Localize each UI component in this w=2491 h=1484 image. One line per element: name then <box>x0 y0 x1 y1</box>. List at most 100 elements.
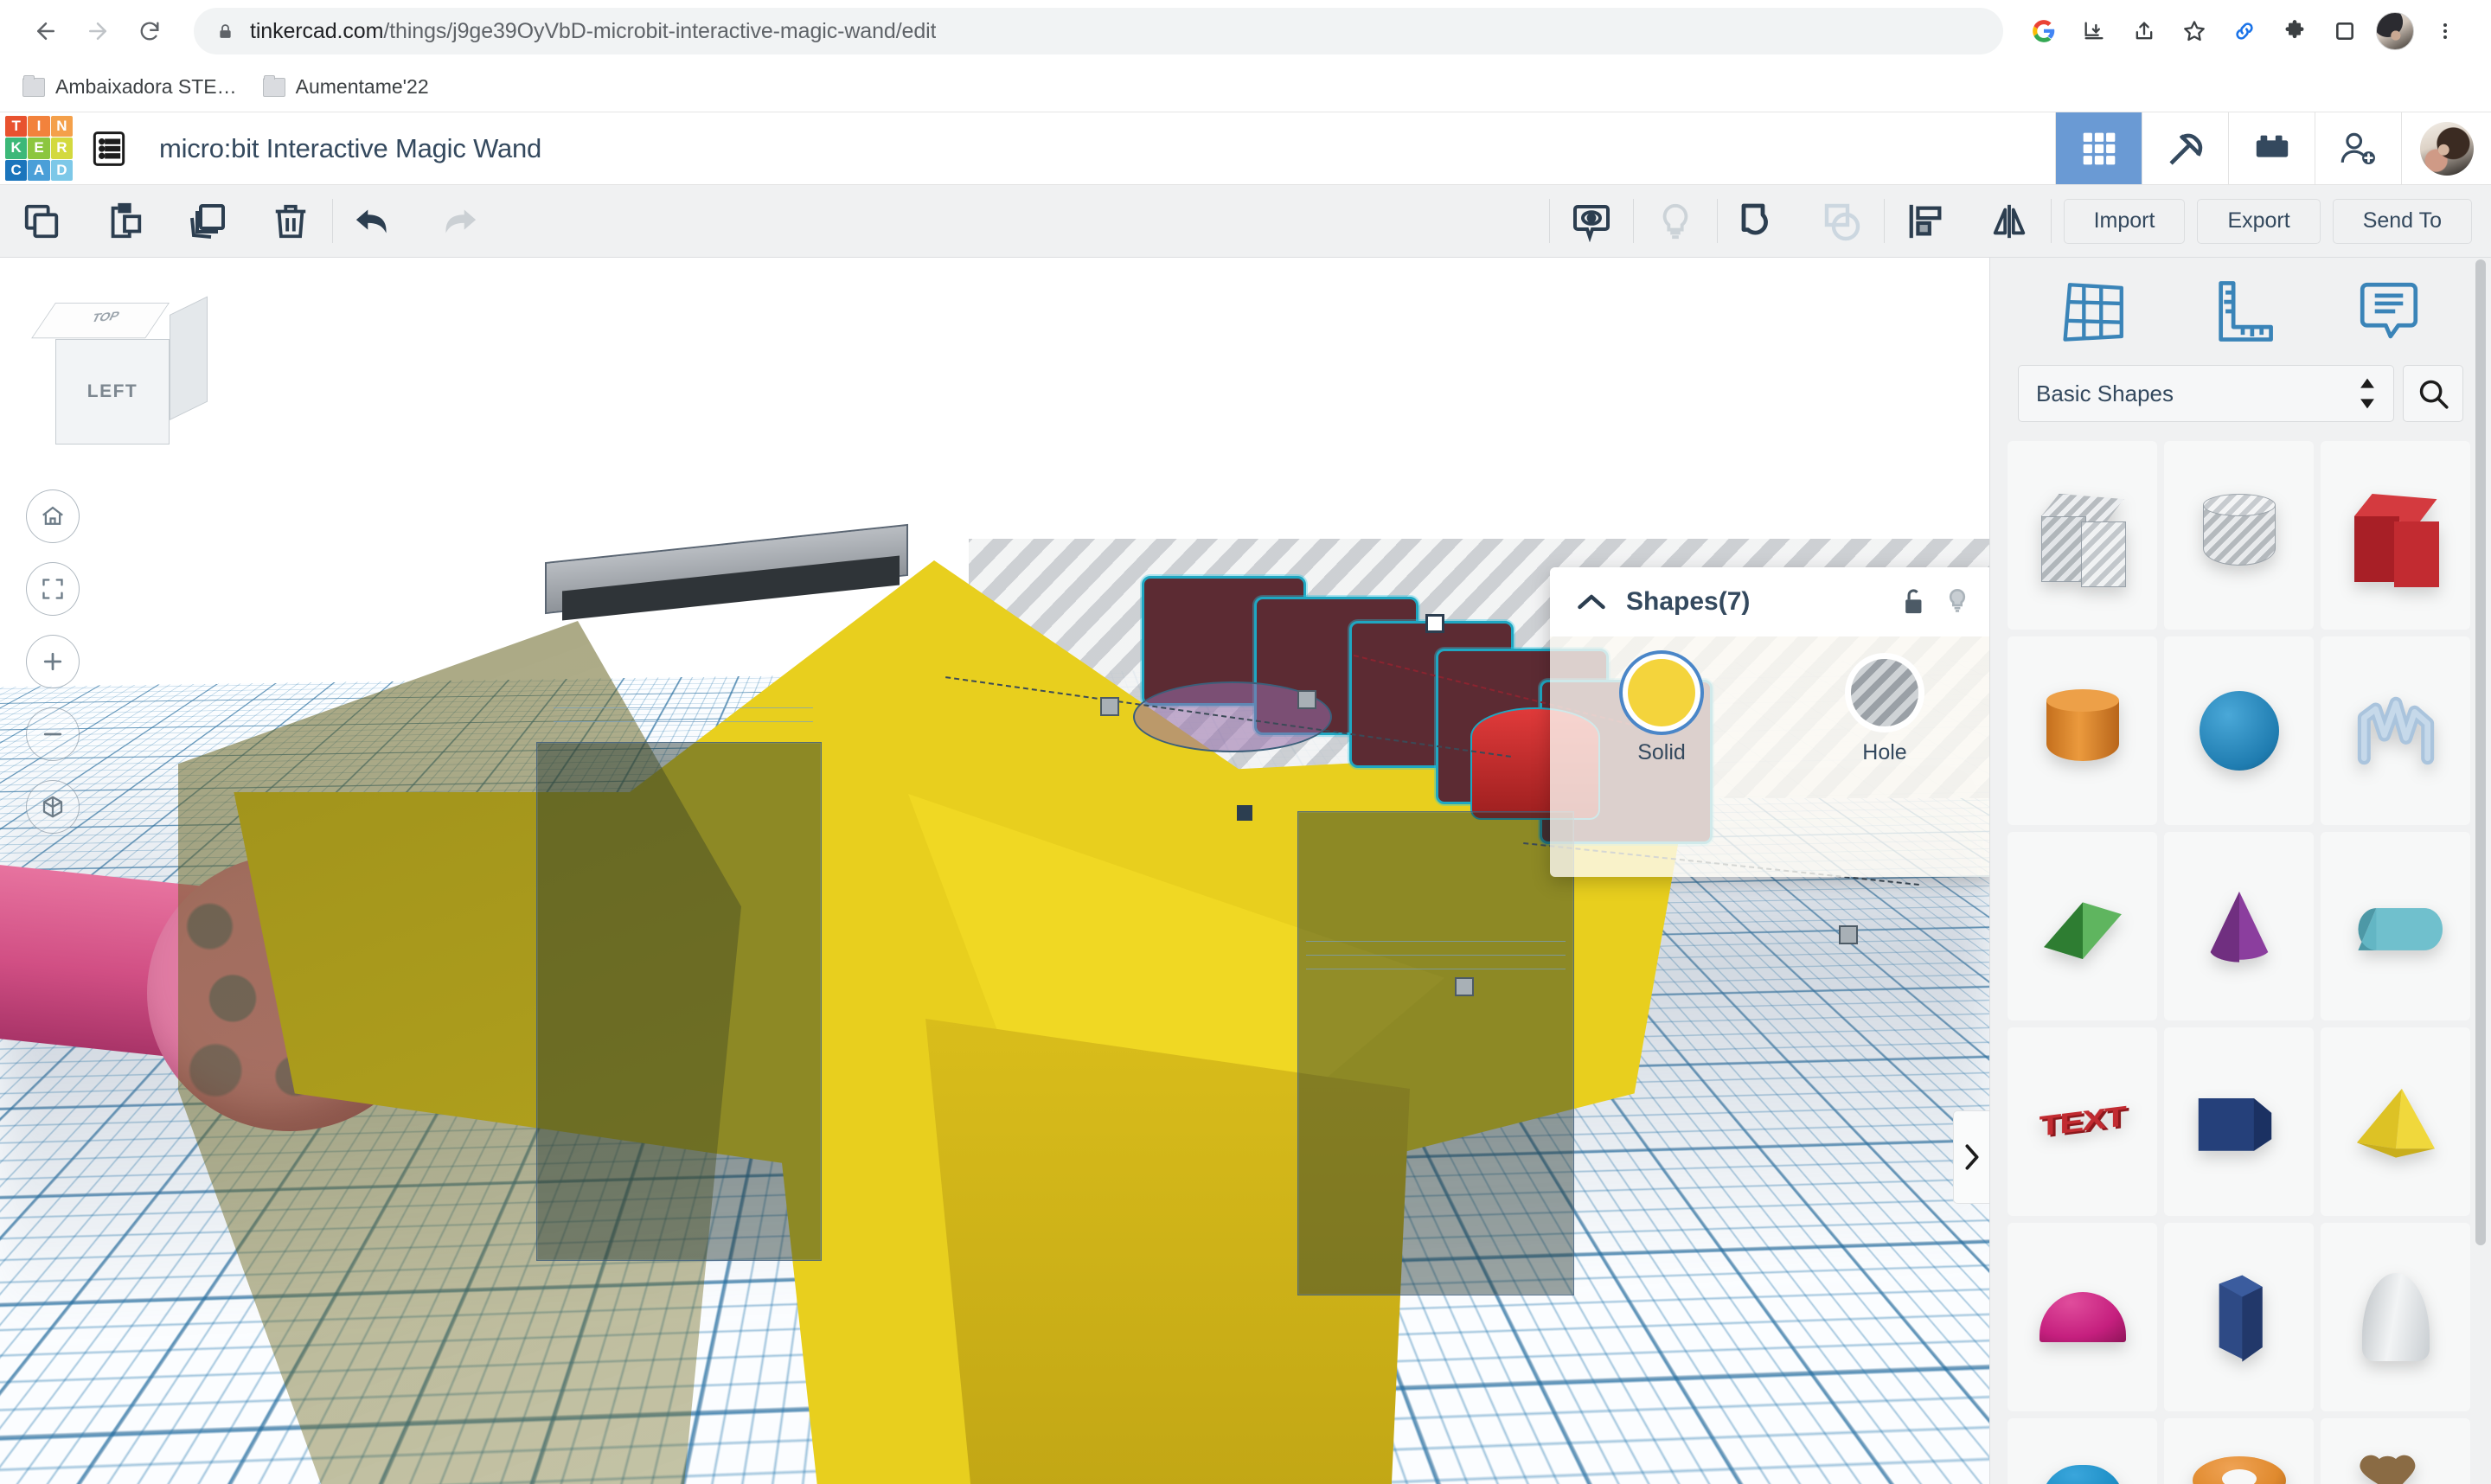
shape-navy-polygon-box[interactable] <box>2164 1027 2314 1216</box>
back-button[interactable] <box>22 8 69 54</box>
import-button[interactable]: Import <box>2064 199 2186 244</box>
search-icon[interactable] <box>2403 365 2463 422</box>
shape-orange-torus[interactable] <box>2164 1418 2314 1484</box>
google-lens-icon[interactable] <box>2020 8 2067 54</box>
shape-scribble[interactable] <box>2321 636 2470 825</box>
tab-minecraft[interactable] <box>2142 112 2228 184</box>
duplicate-icon[interactable] <box>166 185 249 257</box>
shape-magenta-half-sphere[interactable] <box>2008 1223 2157 1411</box>
delete-trash-icon[interactable] <box>249 185 332 257</box>
redo-icon[interactable] <box>416 185 499 257</box>
shape-brown-heart[interactable] <box>2321 1418 2470 1484</box>
updown-stepper-icon[interactable] <box>2359 377 2376 410</box>
shape-text[interactable]: TEXT <box>2008 1027 2157 1216</box>
view-cube-face-label: LEFT <box>87 381 138 402</box>
selection-handle[interactable] <box>1237 805 1252 821</box>
extensions-puzzle-icon[interactable] <box>2271 8 2318 54</box>
user-avatar[interactable] <box>2401 112 2491 184</box>
export-button[interactable]: Export <box>2197 199 2320 244</box>
fit-to-view-icon[interactable] <box>26 562 80 616</box>
forward-button[interactable] <box>74 8 121 54</box>
transparent-hole-box[interactable] <box>1297 811 1574 1295</box>
view-cube[interactable]: LEFT TOP <box>31 303 204 467</box>
reload-button[interactable] <box>126 8 173 54</box>
shape-green-wedge[interactable] <box>2008 832 2157 1020</box>
shape-teal-half-cylinder[interactable] <box>2321 832 2470 1020</box>
3d-canvas[interactable]: LEFT TOP <box>0 258 1989 1484</box>
tab-lego-bricks[interactable] <box>2228 112 2315 184</box>
invite-person-icon[interactable] <box>2315 112 2401 184</box>
zoom-out-icon[interactable] <box>26 707 80 761</box>
undo-icon[interactable] <box>333 185 416 257</box>
selection-handle[interactable] <box>1425 614 1444 633</box>
selection-handle[interactable] <box>1100 697 1119 716</box>
show-hide-eye-icon[interactable] <box>1550 185 1633 257</box>
shape-yellow-pyramid[interactable] <box>2321 1027 2470 1216</box>
bookmark-label: Aumentame'22 <box>296 75 429 99</box>
shape-category-dropdown[interactable]: Basic Shapes <box>2018 365 2394 422</box>
tab-3d-design[interactable] <box>2055 112 2142 184</box>
shape-navy-hex-prism[interactable] <box>2164 1223 2314 1411</box>
group-shapes-icon[interactable] <box>1718 185 1801 257</box>
send-to-button[interactable]: Send To <box>2333 199 2472 244</box>
chevron-up-icon[interactable] <box>1576 592 1607 612</box>
selection-handle[interactable] <box>1455 977 1474 996</box>
panel-collapse-tab[interactable] <box>1953 1110 1989 1204</box>
shapes-properties-panel[interactable]: Shapes(7) Solid Hole <box>1550 567 1989 877</box>
light-bulb-icon[interactable] <box>1944 587 1970 617</box>
mirror-flip-icon[interactable] <box>1968 185 2051 257</box>
hole-label: Hole <box>1862 740 1906 765</box>
shape-cylinder-hole[interactable] <box>2164 441 2314 630</box>
paste-icon[interactable] <box>83 185 166 257</box>
note-comment-icon[interactable] <box>2355 278 2423 344</box>
solid-option[interactable]: Solid <box>1628 659 1695 765</box>
transparent-hole-box[interactable] <box>536 742 822 1261</box>
browser-chrome: tinkercad.com/things/j9ge39OyVbD-microbi… <box>0 0 2491 112</box>
copy-icon[interactable] <box>0 185 83 257</box>
shape-box-hole[interactable] <box>2008 441 2157 630</box>
bookmark-star-icon[interactable] <box>2171 8 2218 54</box>
shape-red-box[interactable] <box>2321 441 2470 630</box>
panel-scrollbar[interactable] <box>2475 259 2486 1245</box>
logo-tile: R <box>51 138 73 158</box>
logo-tile: N <box>51 116 73 137</box>
orthographic-toggle-icon[interactable] <box>26 780 80 834</box>
bookmark-item[interactable]: Aumentame'22 <box>263 75 429 99</box>
home-view-icon[interactable] <box>26 489 80 543</box>
solid-label: Solid <box>1637 740 1686 765</box>
selection-handle[interactable] <box>1297 690 1316 709</box>
share-icon[interactable] <box>2121 8 2168 54</box>
shapes-grid: TEXT <box>1990 441 2491 1484</box>
profile-avatar[interactable] <box>2372 8 2418 54</box>
solid-swatch[interactable] <box>1628 659 1695 726</box>
shape-blue-dome[interactable] <box>2008 1418 2157 1484</box>
link-icon[interactable] <box>2221 8 2268 54</box>
chrome-menu-icon[interactable] <box>2422 8 2469 54</box>
logo-tile: E <box>28 138 49 158</box>
selection-handle[interactable] <box>1839 925 1858 944</box>
shape-blue-sphere[interactable] <box>2164 636 2314 825</box>
address-bar[interactable]: tinkercad.com/things/j9ge39OyVbD-microbi… <box>194 8 2003 54</box>
shape-purple-cone[interactable] <box>2164 832 2314 1020</box>
align-icon[interactable] <box>1885 185 1968 257</box>
workplane-grid-icon[interactable] <box>2059 278 2131 344</box>
browser-toolbar-icons <box>2020 8 2469 54</box>
browser-omnibar: tinkercad.com/things/j9ge39OyVbD-microbi… <box>0 0 2491 62</box>
download-icon[interactable] <box>2071 8 2117 54</box>
bookmark-label: Ambaixadora STE… <box>55 75 237 99</box>
tinkercad-logo[interactable]: T I N K E R C A D <box>0 112 73 184</box>
main-toolbar: Import Export Send To <box>0 185 2491 258</box>
zoom-in-icon[interactable] <box>26 635 80 688</box>
unlock-icon[interactable] <box>1899 587 1925 617</box>
shape-white-paraboloid[interactable] <box>2321 1223 2470 1411</box>
list-menu-icon[interactable] <box>73 112 145 184</box>
bookmarks-bar: Ambaixadora STE… Aumentame'22 <box>0 62 2491 112</box>
shape-orange-cylinder[interactable] <box>2008 636 2157 825</box>
ruler-icon[interactable] <box>2208 278 2277 344</box>
bookmark-item[interactable]: Ambaixadora STE… <box>22 75 237 99</box>
hole-option[interactable]: Hole <box>1851 659 1918 765</box>
hole-swatch[interactable] <box>1851 659 1918 726</box>
lock-icon <box>216 21 234 42</box>
text-shape-label: TEXT <box>2040 1100 2125 1142</box>
side-panel-icon[interactable] <box>2321 8 2368 54</box>
